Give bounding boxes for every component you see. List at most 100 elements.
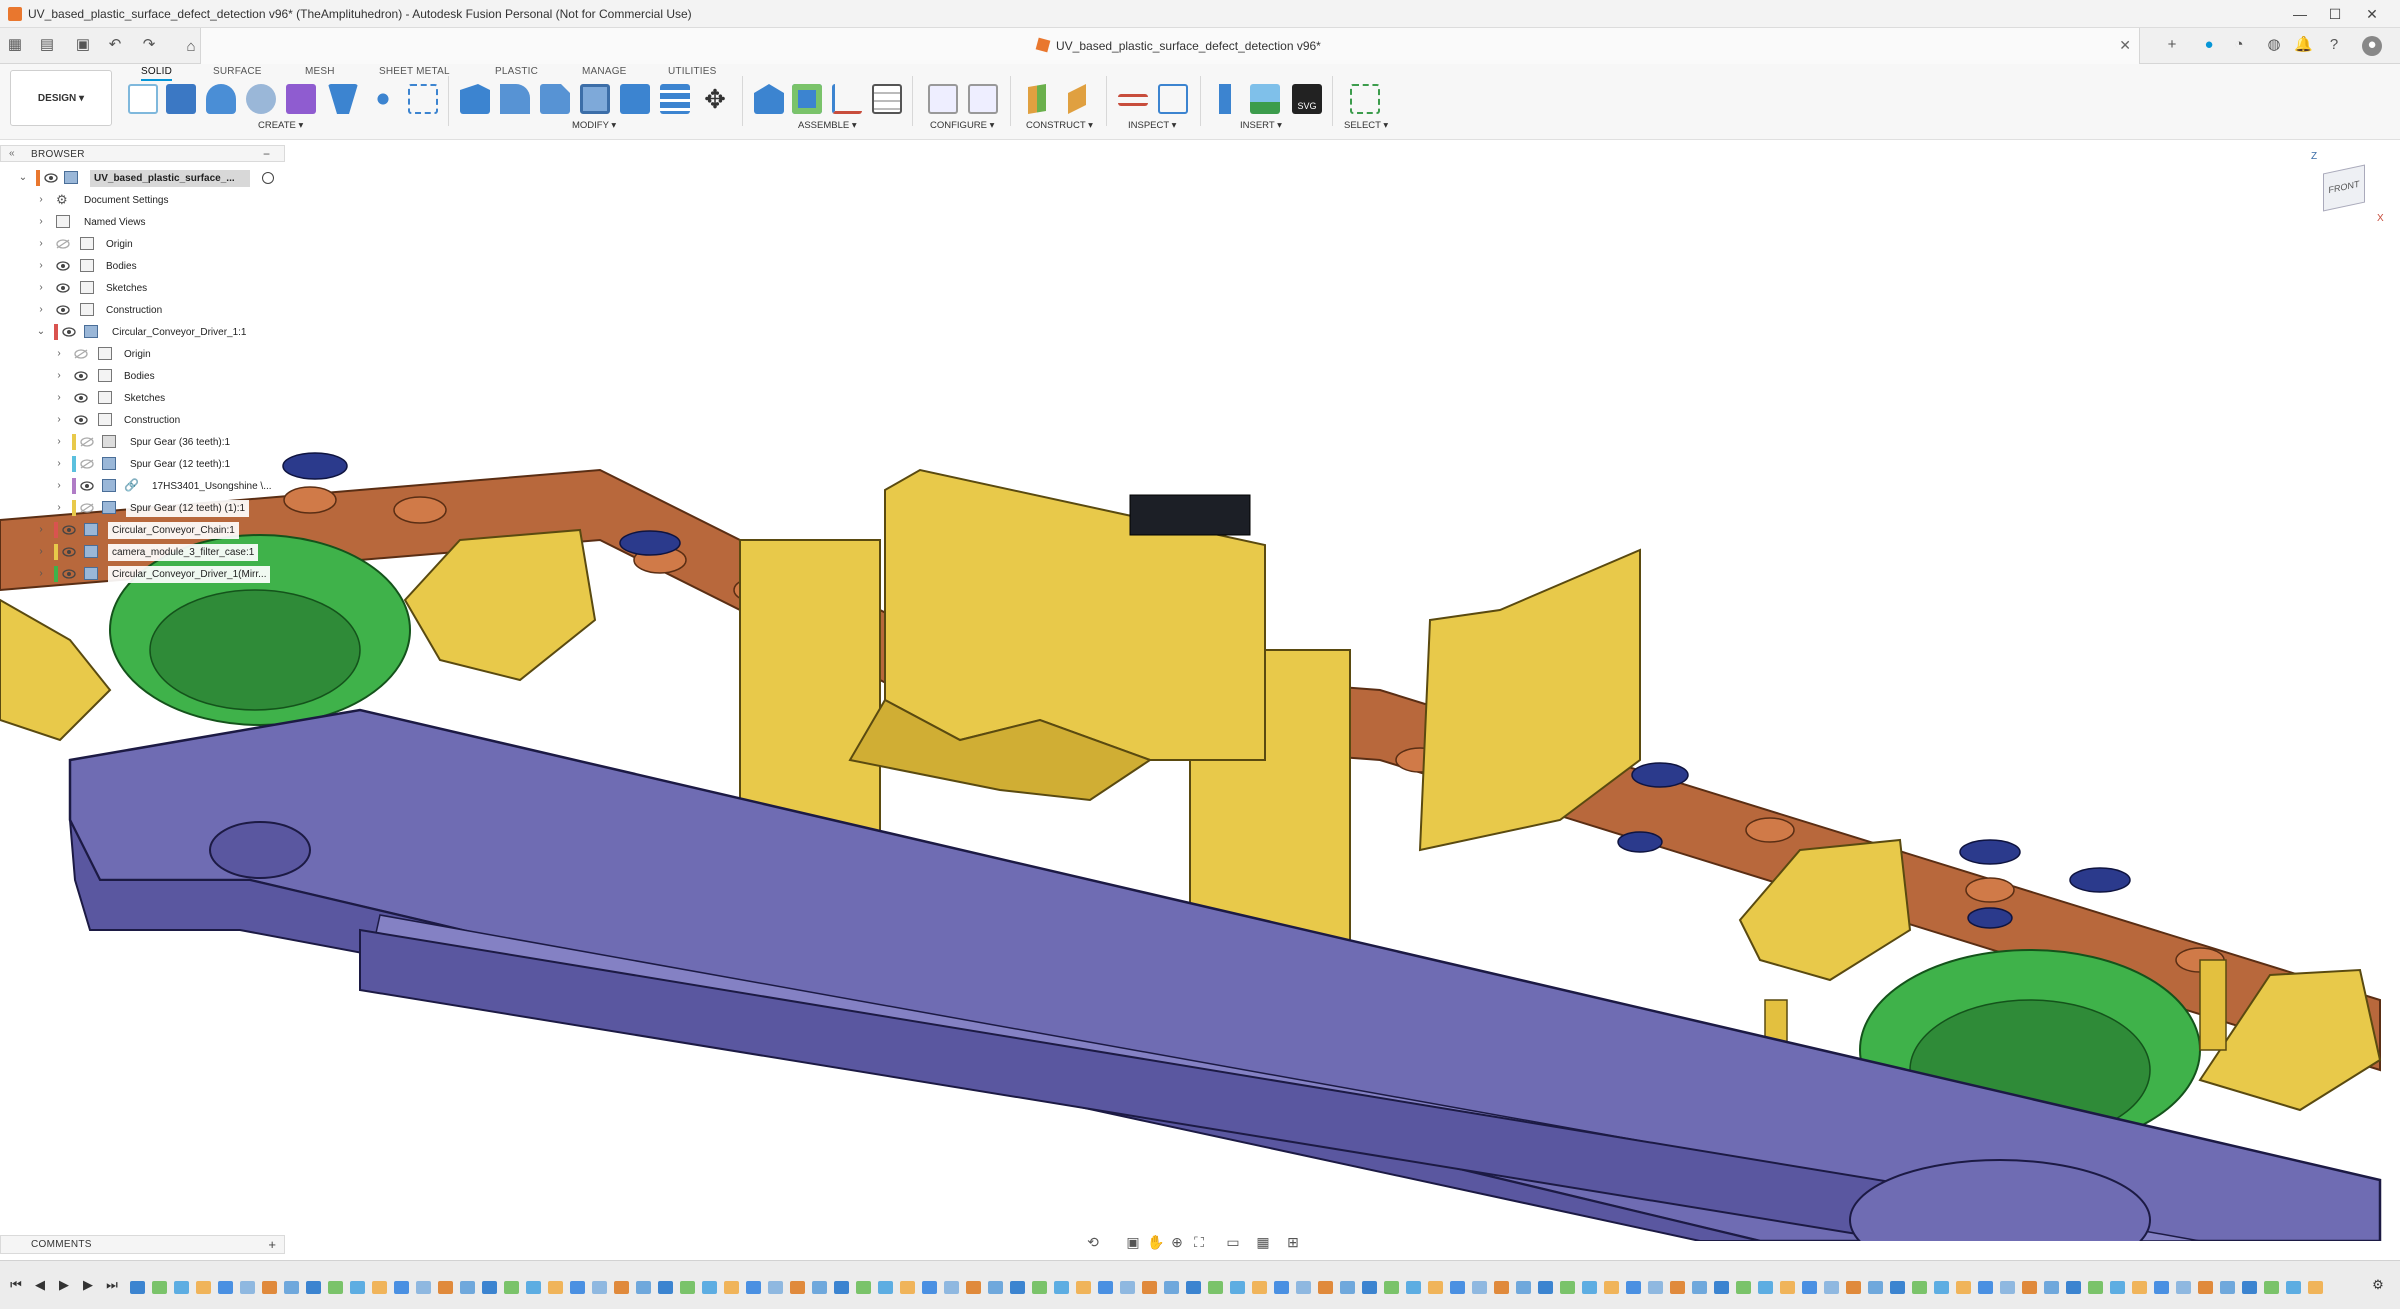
- select-window-icon[interactable]: [1350, 84, 1380, 114]
- timeline-feature-icon[interactable]: [724, 1281, 739, 1294]
- maximize-button[interactable]: ☐: [2315, 4, 2355, 24]
- move-copy-icon[interactable]: ✥: [700, 84, 730, 114]
- orbit-icon[interactable]: ⟲: [1085, 1234, 1101, 1250]
- browser-item-spur-gear-36[interactable]: › Spur Gear (36 teeth):1: [0, 433, 290, 452]
- timeline-feature-icon[interactable]: [768, 1281, 783, 1294]
- timeline-feature-icon[interactable]: [1186, 1281, 1201, 1294]
- eye-hidden-icon[interactable]: [56, 239, 70, 249]
- chevron-right-icon[interactable]: ›: [54, 392, 64, 403]
- timeline-feature-icon[interactable]: [2110, 1281, 2125, 1294]
- chevron-right-icon[interactable]: ›: [36, 194, 46, 205]
- timeline-feature-icon[interactable]: [1208, 1281, 1223, 1294]
- chevron-right-icon[interactable]: ›: [36, 260, 46, 271]
- chevron-right-icon[interactable]: ›: [54, 370, 64, 381]
- timeline-feature-icon[interactable]: [2088, 1281, 2103, 1294]
- inspect-menu[interactable]: INSPECT ▾: [1128, 120, 1176, 131]
- workspace-switcher[interactable]: DESIGN ▾: [10, 70, 112, 126]
- select-menu[interactable]: SELECT ▾: [1344, 120, 1388, 131]
- timeline-feature-icon[interactable]: [1274, 1281, 1289, 1294]
- press-pull-icon[interactable]: [460, 84, 490, 114]
- tab-mesh[interactable]: MESH: [305, 66, 335, 77]
- plane-at-angle-icon[interactable]: [1068, 84, 1086, 114]
- browser-item-spur-gear-12[interactable]: › Spur Gear (12 teeth):1: [0, 455, 290, 474]
- chevron-right-icon[interactable]: ›: [54, 502, 64, 513]
- timeline-feature-icon[interactable]: [1626, 1281, 1641, 1294]
- eye-icon[interactable]: [62, 569, 76, 579]
- redo-icon[interactable]: ↷: [140, 36, 158, 54]
- fit-icon[interactable]: ⛶: [1191, 1234, 1207, 1250]
- eye-icon[interactable]: [74, 415, 88, 425]
- timeline-feature-icon[interactable]: [460, 1281, 475, 1294]
- eye-icon[interactable]: [44, 173, 58, 183]
- go-to-end-icon[interactable]: ⏭: [104, 1277, 120, 1293]
- browser-item-sketches-sub[interactable]: › Sketches: [0, 389, 290, 408]
- as-built-joint-icon[interactable]: [832, 84, 862, 114]
- insert-canvas-icon[interactable]: [1250, 84, 1280, 114]
- configure-rules-icon[interactable]: [968, 84, 998, 114]
- user-avatar[interactable]: ●: [2362, 36, 2382, 56]
- browser-item-origin-sub[interactable]: › Origin: [0, 345, 290, 364]
- browser-item-bodies-sub[interactable]: › Bodies: [0, 367, 290, 386]
- timeline-feature-icon[interactable]: [284, 1281, 299, 1294]
- timeline-feature-icon[interactable]: [746, 1281, 761, 1294]
- eye-icon[interactable]: [74, 393, 88, 403]
- tab-sheet-metal[interactable]: SHEET METAL: [379, 66, 450, 77]
- zoom-icon[interactable]: ⊕: [1169, 1234, 1185, 1250]
- timeline-feature-icon[interactable]: [1824, 1281, 1839, 1294]
- timeline-feature-icon[interactable]: [1912, 1281, 1927, 1294]
- timeline-feature-icon[interactable]: [240, 1281, 255, 1294]
- timeline-feature-icon[interactable]: [548, 1281, 563, 1294]
- modify-menu[interactable]: MODIFY ▾: [572, 120, 616, 131]
- fillet-icon[interactable]: [500, 84, 530, 114]
- browser-item-sketches[interactable]: › Sketches: [0, 279, 290, 298]
- tab-utilities[interactable]: UTILITIES: [668, 66, 716, 77]
- document-tab[interactable]: UV_based_plastic_surface_defect_detectio…: [200, 28, 2140, 64]
- play-icon[interactable]: ▶: [56, 1277, 72, 1293]
- chamfer-icon[interactable]: [540, 84, 570, 114]
- step-back-icon[interactable]: ◀: [32, 1277, 48, 1293]
- timeline-feature-icon[interactable]: [944, 1281, 959, 1294]
- timeline-feature-icon[interactable]: [1780, 1281, 1795, 1294]
- timeline-feature-icon[interactable]: [1758, 1281, 1773, 1294]
- chevron-right-icon[interactable]: ›: [54, 348, 64, 359]
- create-sketch-icon[interactable]: [128, 84, 158, 114]
- help-icon[interactable]: ?: [2325, 36, 2343, 54]
- timeline-feature-icon[interactable]: [2066, 1281, 2081, 1294]
- timeline-feature-icon[interactable]: [878, 1281, 893, 1294]
- eye-hidden-icon[interactable]: [80, 459, 94, 469]
- browser-item-conveyor-chain[interactable]: › Circular_Conveyor_Chain:1: [0, 521, 290, 540]
- timeline-feature-icon[interactable]: [988, 1281, 1003, 1294]
- pan-icon[interactable]: ✋: [1147, 1234, 1164, 1250]
- browser-item-camera-case[interactable]: › camera_module_3_filter_case:1: [0, 543, 290, 562]
- chevron-right-icon[interactable]: ›: [36, 524, 46, 535]
- timeline-feature-icon[interactable]: [1362, 1281, 1377, 1294]
- timeline-feature-icon[interactable]: [1340, 1281, 1355, 1294]
- configure-menu[interactable]: CONFIGURE ▾: [930, 120, 994, 131]
- timeline-feature-icon[interactable]: [680, 1281, 695, 1294]
- timeline-feature-icon[interactable]: [2264, 1281, 2279, 1294]
- tab-manage[interactable]: MANAGE: [582, 66, 627, 77]
- eye-hidden-icon[interactable]: [80, 503, 94, 513]
- timeline-feature-icon[interactable]: [1384, 1281, 1399, 1294]
- pattern-icon[interactable]: [368, 84, 398, 114]
- browser-item-named-views[interactable]: › Named Views: [0, 213, 290, 232]
- timeline-feature-icon[interactable]: [812, 1281, 827, 1294]
- timeline-feature-icon[interactable]: [1670, 1281, 1685, 1294]
- chevron-right-icon[interactable]: ›: [54, 458, 64, 469]
- timeline-feature-icon[interactable]: [1648, 1281, 1663, 1294]
- timeline-feature-icon[interactable]: [2198, 1281, 2213, 1294]
- chevron-right-icon[interactable]: ›: [36, 282, 46, 293]
- close-tab-button[interactable]: ✕: [2119, 37, 2131, 54]
- browser-item-conveyor-driver-mirror[interactable]: › Circular_Conveyor_Driver_1(Mirr...: [0, 565, 290, 584]
- timeline-feature-icon[interactable]: [482, 1281, 497, 1294]
- timeline-feature-icon[interactable]: [834, 1281, 849, 1294]
- eye-icon[interactable]: [80, 481, 94, 491]
- timeline-feature-icon[interactable]: [2220, 1281, 2235, 1294]
- timeline-feature-icon[interactable]: [1252, 1281, 1267, 1294]
- timeline-feature-icon[interactable]: [1032, 1281, 1047, 1294]
- create-form-icon[interactable]: [286, 84, 316, 114]
- undo-icon[interactable]: ↶: [106, 36, 124, 54]
- bill-of-materials-icon[interactable]: [872, 84, 902, 114]
- insert-svg-icon[interactable]: SVG: [1292, 84, 1322, 114]
- timeline-feature-icon[interactable]: [1956, 1281, 1971, 1294]
